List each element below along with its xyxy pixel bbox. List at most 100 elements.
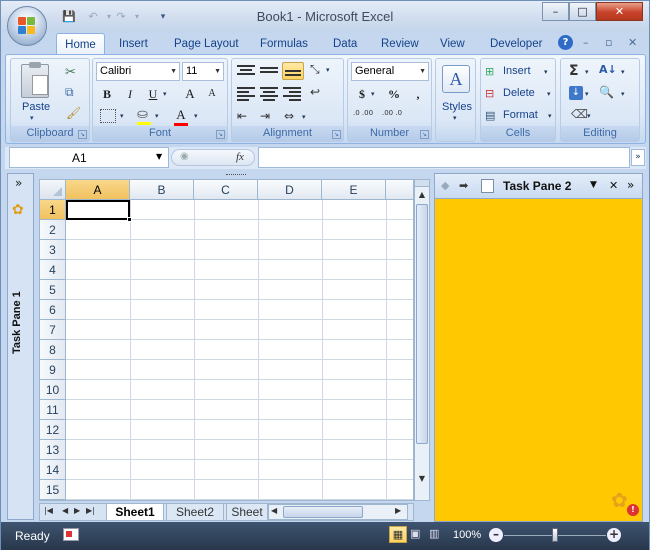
column-header-e[interactable]: E: [322, 180, 386, 200]
row-header-11[interactable]: 11: [40, 400, 66, 420]
align-right-icon[interactable]: [283, 87, 301, 101]
tab-developer[interactable]: Developer: [483, 33, 549, 55]
styles-icon[interactable]: A: [442, 65, 470, 93]
row-header-14[interactable]: 14: [40, 460, 66, 480]
customize-qat-icon[interactable]: ▾: [155, 9, 171, 25]
first-sheet-icon[interactable]: |◀: [44, 506, 53, 515]
column-header-c[interactable]: C: [194, 180, 258, 200]
tab-view[interactable]: View: [433, 33, 472, 55]
task-pane-2-collapse-icon[interactable]: »: [627, 178, 634, 192]
comma-button[interactable]: ,: [408, 84, 428, 104]
expand-circle-icon[interactable]: ◉: [180, 151, 189, 162]
office-button[interactable]: [7, 6, 47, 46]
align-middle-icon[interactable]: [260, 64, 278, 78]
align-bottom-button[interactable]: [282, 62, 304, 80]
horizontal-scrollbar[interactable]: ◀ ▶: [268, 504, 408, 520]
orientation-dropdown-icon[interactable]: ▾: [326, 66, 330, 74]
maximize-button[interactable]: □: [569, 2, 596, 21]
pane-splitter-grip[interactable]: [226, 174, 246, 177]
format-cells-button[interactable]: Format: [503, 109, 538, 121]
zoom-out-icon[interactable]: –: [489, 528, 503, 542]
next-sheet-icon[interactable]: ▶: [74, 506, 80, 515]
insert-cells-button[interactable]: Insert: [503, 65, 531, 77]
wrap-text-icon[interactable]: ↩: [310, 85, 320, 99]
borders-icon[interactable]: [100, 109, 116, 123]
horizontal-scroll-thumb[interactable]: [283, 506, 363, 518]
autosum-dropdown-icon[interactable]: ▾: [585, 68, 589, 76]
format-dropdown-icon[interactable]: ▾: [548, 112, 552, 120]
font-color-dropdown-icon[interactable]: ▾: [194, 112, 198, 120]
close-button[interactable]: ✕: [596, 2, 643, 21]
column-header-a[interactable]: A: [66, 180, 130, 200]
decrease-decimal-button[interactable]: .00 .0: [382, 109, 408, 117]
task-pane-2-close-icon[interactable]: ✕: [609, 179, 618, 192]
font-launcher-icon[interactable]: ↘: [216, 130, 225, 139]
scroll-down-icon[interactable]: ▼: [415, 472, 429, 486]
last-sheet-icon[interactable]: ▶|: [86, 506, 95, 515]
delete-dropdown-icon[interactable]: ▾: [547, 90, 551, 98]
select-all-corner[interactable]: [40, 180, 66, 200]
formula-input[interactable]: [258, 147, 630, 168]
borders-dropdown-icon[interactable]: ▾: [120, 112, 124, 120]
find-select-icon[interactable]: 🔍: [599, 85, 614, 99]
task-pane-2-menu-icon[interactable]: ▼: [590, 180, 597, 190]
currency-dropdown-icon[interactable]: ▾: [371, 90, 375, 98]
fill-color-dropdown-icon[interactable]: ▾: [155, 112, 159, 120]
row-header-3[interactable]: 3: [40, 240, 66, 260]
tab-review[interactable]: Review: [374, 33, 426, 55]
copy-icon[interactable]: ⧉: [65, 85, 74, 100]
paste-button[interactable]: Paste: [22, 101, 50, 113]
split-box[interactable]: [415, 180, 429, 187]
save-icon[interactable]: 💾: [61, 9, 77, 25]
underline-button[interactable]: U: [143, 84, 163, 104]
sheet-tab-sheet1[interactable]: Sheet1: [106, 504, 164, 521]
clear-icon[interactable]: ⌫: [571, 107, 588, 121]
sheet-tab-sheet3[interactable]: Sheet: [226, 504, 268, 521]
expand-formula-bar-icon[interactable]: »: [631, 149, 645, 166]
row-header-13[interactable]: 13: [40, 440, 66, 460]
clear-dropdown-icon[interactable]: ▾: [587, 112, 591, 120]
scroll-right-icon[interactable]: ▶: [395, 506, 401, 515]
align-top-icon[interactable]: [237, 64, 255, 78]
doc-restore-icon[interactable]: ▫: [605, 36, 612, 49]
normal-view-icon[interactable]: ▦: [389, 526, 407, 543]
find-dropdown-icon[interactable]: ▾: [621, 90, 625, 98]
row-header-2[interactable]: 2: [40, 220, 66, 240]
row-header-9[interactable]: 9: [40, 360, 66, 380]
doc-minimize-icon[interactable]: –: [583, 36, 589, 49]
redo-dropdown-icon[interactable]: ▾: [129, 9, 145, 25]
help-icon[interactable]: ?: [558, 35, 573, 50]
page-break-view-icon[interactable]: ▥: [429, 527, 439, 540]
number-launcher-icon[interactable]: ↘: [420, 130, 429, 139]
chevron-down-icon[interactable]: ▼: [156, 152, 162, 161]
prev-sheet-icon[interactable]: ◀: [62, 506, 68, 515]
row-header-8[interactable]: 8: [40, 340, 66, 360]
fill-icon[interactable]: ↓: [569, 86, 583, 100]
column-header-b[interactable]: B: [130, 180, 194, 200]
increase-indent-icon[interactable]: ⇥: [260, 109, 270, 123]
redo-icon[interactable]: ↷: [113, 9, 129, 25]
row-header-15[interactable]: 15: [40, 480, 66, 500]
tab-insert[interactable]: Insert: [112, 33, 155, 55]
scroll-left-icon[interactable]: ◀: [271, 506, 277, 515]
page-layout-view-icon[interactable]: ▣: [410, 527, 420, 540]
sheet-tab-sheet2[interactable]: Sheet2: [166, 504, 224, 521]
insert-function-button[interactable]: fx: [236, 151, 244, 163]
format-painter-icon[interactable]: 🖌: [66, 106, 81, 120]
font-name-combo[interactable]: Calibri ▼: [96, 62, 180, 81]
zoom-in-icon[interactable]: +: [607, 528, 621, 542]
zoom-slider-thumb[interactable]: [552, 528, 558, 542]
task-pane-1-collapse-icon[interactable]: »: [15, 176, 22, 190]
spreadsheet-grid[interactable]: A B C D E 1 2 3 4 5 6 7 8 9 10 11 12 13 14 15: [39, 179, 414, 501]
row-header-1[interactable]: 1: [40, 200, 66, 220]
row-header-10[interactable]: 10: [40, 380, 66, 400]
row-header-5[interactable]: 5: [40, 280, 66, 300]
minimize-button[interactable]: –: [542, 2, 569, 21]
tab-data[interactable]: Data: [326, 33, 364, 55]
tab-page-layout[interactable]: Page Layout: [167, 33, 246, 55]
styles-dropdown-icon[interactable]: ▾: [453, 114, 457, 122]
row-header-6[interactable]: 6: [40, 300, 66, 320]
underline-dropdown-icon[interactable]: ▾: [163, 90, 167, 98]
decrease-indent-icon[interactable]: ⇤: [237, 109, 247, 123]
tab-home[interactable]: Home: [56, 33, 105, 55]
